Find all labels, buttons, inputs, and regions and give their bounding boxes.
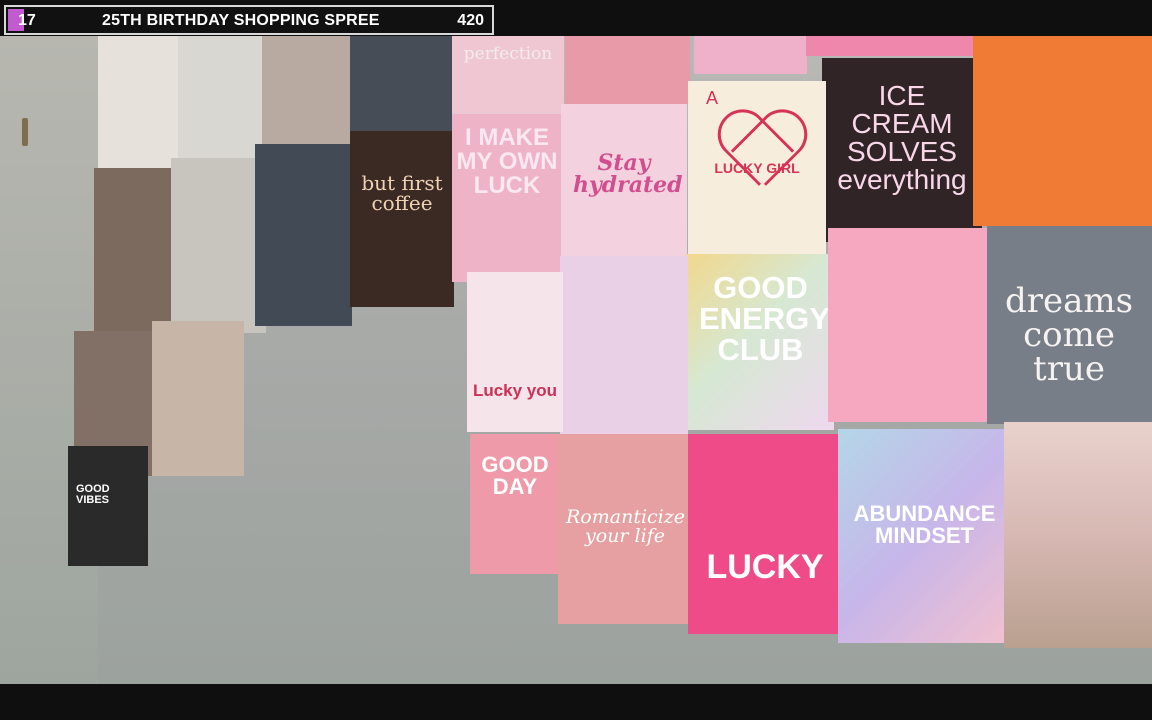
ice-cream-text: ICE CREAM SOLVES everything (837, 80, 967, 195)
perfection-text: perfection (463, 44, 553, 64)
webcam-video: but first coffee GOOD VIBES perfection I… (0, 36, 1152, 684)
poster-collage-e (94, 168, 172, 338)
i-make-my-own-luck-text: I MAKE MY OWN LUCK (456, 124, 558, 199)
stay-hydrated-text: Stay hydrated (573, 150, 683, 198)
good-vibes-text: GOOD VIBES (76, 483, 110, 506)
queen-card-text: Lucky you (472, 381, 558, 400)
stream-top-bar: 17 25TH BIRTHDAY SHOPPING SPREE 420 (0, 0, 1152, 36)
poster-queen-card: Lucky you (467, 272, 563, 432)
poster-dreams-come-true: dreams come true (987, 226, 1152, 424)
poster-good-vibes: GOOD VIBES (68, 446, 148, 566)
poster-romanticize: Romanticize your life (558, 434, 693, 624)
good-day-text: GOOD DAY (481, 452, 549, 499)
poster-ice-cream: ICE CREAM SOLVES everything (822, 58, 982, 242)
lucky-girl-text: LUCKY GIRL (714, 160, 800, 176)
poster-collage-a (98, 36, 186, 171)
heart-icon (716, 113, 802, 189)
goal-current-value: 17 (18, 12, 36, 29)
dreams-come-true-text: dreams come true (1004, 281, 1134, 389)
card-rank-text: A (705, 88, 718, 108)
poster-collage-f (171, 158, 266, 333)
poster-collage-g (255, 144, 352, 326)
poster-lucky-cat (828, 228, 996, 422)
poster-top-strip-b (806, 36, 996, 56)
poster-horseshoes (565, 36, 690, 104)
but-first-coffee-text: but first coffee (361, 171, 443, 215)
abundance-mindset-text: ABUNDANCE MINDSET (853, 501, 996, 548)
lucky-dice-text: LUCKY (706, 548, 824, 586)
goal-counter-overlay: 17 25TH BIRTHDAY SHOPPING SPREE 420 (4, 5, 494, 35)
poster-i-make-my-own-luck: I MAKE MY OWN LUCK (452, 114, 562, 282)
poster-perfection: perfection (452, 36, 564, 118)
poster-lucky-girl-card: A LUCKY GIRL (688, 81, 826, 277)
wall-hook (22, 118, 28, 146)
stream-bottom-bar (0, 684, 1152, 720)
romanticize-text: Romanticize your life (566, 506, 686, 547)
poster-lucky-dice: LUCKY (688, 434, 843, 634)
goal-target-value: 420 (457, 12, 484, 29)
good-energy-club-text: GOOD ENERGY CLUB (699, 270, 830, 367)
goal-title: 25TH BIRTHDAY SHOPPING SPREE (102, 12, 380, 29)
poster-ferris-wheel (560, 256, 688, 438)
poster-beach (1004, 422, 1152, 648)
poster-but-first-coffee: but first coffee (350, 131, 454, 307)
poster-collage-d (350, 36, 456, 136)
poster-collage-i (152, 321, 244, 476)
poster-lighter (973, 36, 1152, 226)
poster-abundance-mindset: ABUNDANCE MINDSET (838, 429, 1011, 643)
poster-good-day: GOOD DAY (470, 434, 560, 574)
poster-collage-c (262, 36, 356, 153)
poster-top-strip-a (694, 36, 807, 74)
poster-good-energy-club: GOOD ENERGY CLUB (687, 254, 834, 430)
